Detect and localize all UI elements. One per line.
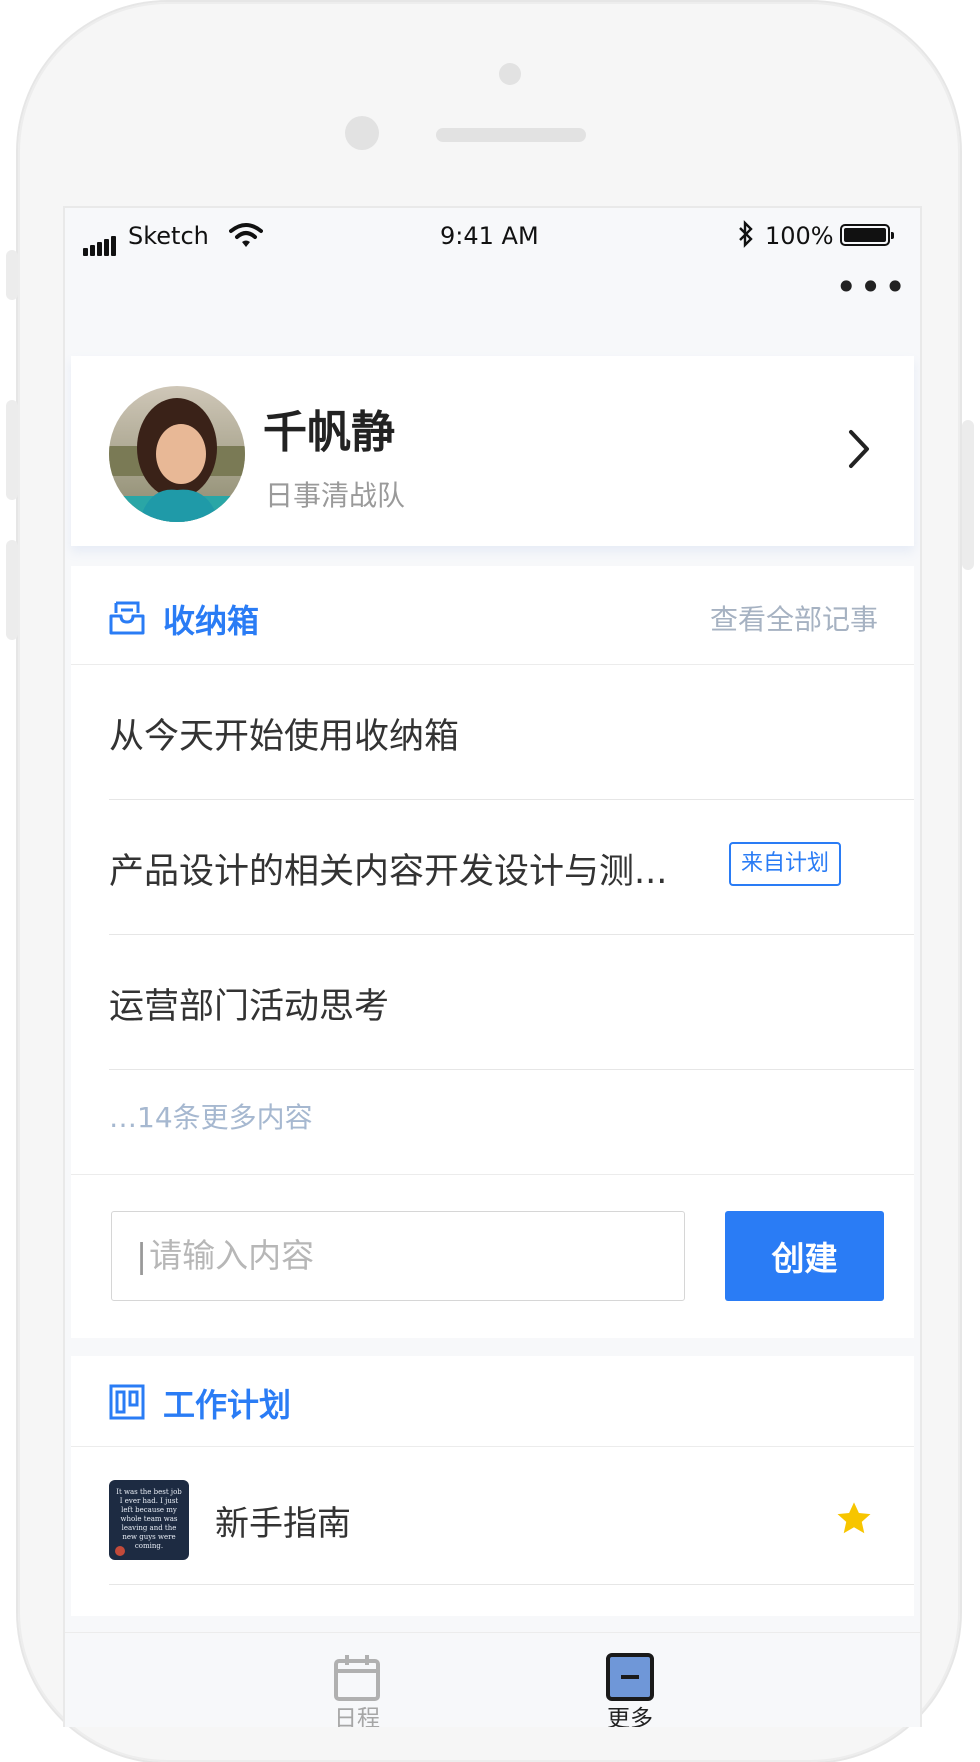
inbox-item-text: 产品设计的相关内容开发设计与测... [109, 852, 668, 892]
plan-name: 新手指南 [215, 1504, 351, 1544]
create-button[interactable]: 创建 [725, 1211, 884, 1301]
battery-icon [840, 224, 894, 246]
inbox-input[interactable]: 请输入内容 [111, 1211, 685, 1301]
team-name: 日事清战队 [265, 479, 406, 512]
inbox-item-text: 从今天开始使用收纳箱 [109, 717, 460, 757]
app-screen: Sketch 9:41 AM 100% ••• 千帆静 日事清战队 收纳箱 查看… [63, 206, 922, 1727]
chevron-right-icon [847, 428, 871, 474]
board-icon [109, 1384, 145, 1424]
volume-down-button [6, 540, 18, 640]
more-items-link[interactable]: …14条更多内容 [109, 1096, 313, 1136]
earpiece-speaker [436, 128, 586, 142]
signal-icon [83, 228, 118, 256]
work-plan-card: 工作计划 It was the best job I ever had. I j… [71, 1356, 914, 1616]
more-tab-icon [606, 1653, 654, 1705]
volume-up-button [6, 400, 18, 500]
mute-switch [6, 250, 18, 300]
user-name: 千帆静 [263, 407, 395, 458]
thumbnail-quote: It was the best job I ever had. I just l… [116, 1488, 182, 1550]
tab-label: 更多 [607, 1706, 653, 1727]
inbox-title: 收纳箱 [163, 602, 260, 640]
profile-card[interactable]: 千帆静 日事清战队 [71, 356, 914, 546]
list-item[interactable]: It was the best job I ever had. I just l… [109, 1446, 914, 1585]
inbox-item-text: 运营部门活动思考 [109, 987, 390, 1027]
star-icon[interactable] [835, 1500, 873, 1542]
front-camera [499, 63, 521, 85]
bluetooth-icon [737, 220, 755, 254]
plan-thumbnail: It was the best job I ever had. I just l… [109, 1480, 189, 1560]
avatar [109, 386, 245, 522]
list-item[interactable]: 产品设计的相关内容开发设计与测... 来自计划 [109, 799, 914, 935]
create-row: 请输入内容 创建 [71, 1174, 914, 1339]
tab-bar: 日程 更多 [65, 1632, 920, 1727]
work-plan-header: 工作计划 [71, 1356, 914, 1447]
tab-more[interactable]: 更多 [570, 1633, 690, 1727]
inbox-icon [109, 600, 145, 640]
view-all-notes-link[interactable]: 查看全部记事 [710, 598, 878, 638]
work-plan-title: 工作计划 [163, 1386, 292, 1424]
battery-percentage: 100% [765, 222, 834, 250]
tab-schedule[interactable]: 日程 [297, 1633, 417, 1727]
from-plan-badge: 来自计划 [729, 842, 841, 886]
tab-label: 日程 [334, 1706, 380, 1727]
carrier-label: Sketch [128, 222, 209, 250]
proximity-sensor [345, 116, 379, 150]
power-button [962, 420, 974, 570]
more-dots-icon[interactable]: ••• [835, 268, 908, 306]
inbox-header: 收纳箱 查看全部记事 [71, 566, 914, 665]
list-item[interactable]: 从今天开始使用收纳箱 [109, 664, 914, 800]
clock: 9:41 AM [440, 222, 539, 250]
wifi-icon [229, 222, 263, 254]
list-item[interactable]: 运营部门活动思考 [109, 934, 914, 1070]
inbox-card: 收纳箱 查看全部记事 从今天开始使用收纳箱 产品设计的相关内容开发设计与测...… [71, 566, 914, 1338]
status-bar: Sketch 9:41 AM 100% [65, 208, 920, 264]
thumbnail-portrait [115, 1546, 125, 1556]
